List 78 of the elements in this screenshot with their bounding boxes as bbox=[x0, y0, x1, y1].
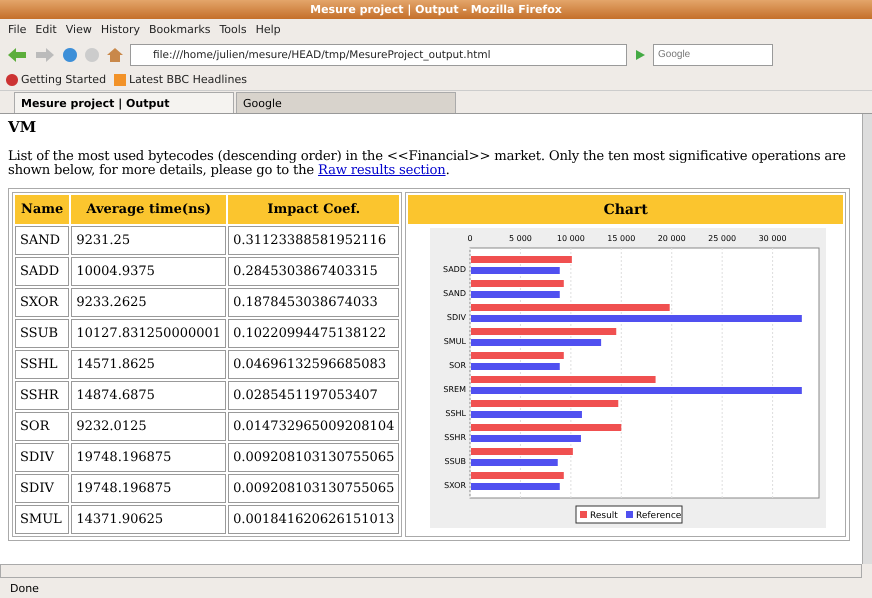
table-cell: 19748.196875 bbox=[71, 443, 226, 472]
axis-tick-label: 30 000 bbox=[758, 234, 786, 243]
table-cell: 9232.0125 bbox=[71, 412, 226, 441]
rss-icon bbox=[114, 74, 126, 86]
menu-item[interactable]: Edit bbox=[35, 23, 57, 36]
table-cell: 0.2845303867403315 bbox=[228, 257, 400, 286]
column-header: Name bbox=[15, 195, 70, 224]
status-text: Done bbox=[9, 580, 40, 596]
table-cell: 0.009208103130755065 bbox=[228, 443, 400, 472]
axis-tick-label: 20 000 bbox=[657, 234, 686, 243]
table-cell: 0.04696132596685083 bbox=[228, 350, 400, 379]
table-cell: SXOR bbox=[15, 288, 70, 317]
browser-tab[interactable]: Google bbox=[236, 92, 456, 113]
table-cell: SSUB bbox=[15, 319, 70, 348]
category-label: SADD bbox=[442, 265, 466, 274]
table-cell: SADD bbox=[15, 257, 70, 286]
go-icon[interactable] bbox=[633, 48, 647, 62]
bookmark-label[interactable]: Getting Started bbox=[21, 73, 106, 86]
column-header: Average time(ns) bbox=[71, 195, 226, 224]
table-cell: 14571.8625 bbox=[71, 350, 226, 379]
page-heading: VM bbox=[8, 118, 38, 136]
search-field[interactable]: Google bbox=[653, 44, 773, 66]
table-cell: 10127.831250000001 bbox=[71, 319, 226, 348]
table-cell: SAND bbox=[15, 226, 70, 255]
forward-icon[interactable] bbox=[34, 46, 56, 64]
table-cell: SSHR bbox=[15, 381, 70, 410]
window-title: Mesure project | Output - Mozilla Firefox bbox=[310, 3, 562, 16]
axis-tick-label: 10 000 bbox=[556, 234, 585, 243]
table-cell: 0.0285451197053407 bbox=[228, 381, 400, 410]
table-cell: SDIV bbox=[15, 474, 70, 503]
category-label: SSUB bbox=[444, 457, 466, 466]
address-field[interactable]: file:///home/julien/mesure/HEAD/tmp/MesureProject_output.html bbox=[130, 44, 627, 66]
table-cell: 0.014732965009208104 bbox=[228, 412, 400, 441]
menu-item[interactable]: Help bbox=[256, 23, 281, 36]
category-label: SXOR bbox=[444, 481, 466, 490]
table-cell: 19748.196875 bbox=[71, 474, 226, 503]
category-label: SOR bbox=[448, 361, 466, 370]
table-cell: 14874.6875 bbox=[71, 381, 226, 410]
axis-tick-label: 0 bbox=[467, 234, 472, 243]
category-label: SSHR bbox=[444, 433, 466, 442]
table-cell: SSHL bbox=[15, 350, 70, 379]
vertical-scrollbar[interactable] bbox=[862, 114, 872, 564]
table-cell: SMUL bbox=[15, 505, 70, 534]
browser-tab[interactable]: Mesure project | Output bbox=[14, 92, 234, 113]
table-cell: 0.1878453038674033 bbox=[228, 288, 400, 317]
menu-item[interactable]: History bbox=[100, 23, 140, 36]
menu-item[interactable]: Bookmarks bbox=[148, 23, 210, 36]
table-cell: 14371.90625 bbox=[71, 505, 226, 534]
table-cell: 9231.25 bbox=[71, 226, 226, 255]
menu-item[interactable]: Tools bbox=[219, 23, 247, 36]
raw-results-link[interactable]: Raw results section bbox=[318, 163, 446, 178]
table-cell: 10004.9375 bbox=[71, 257, 226, 286]
legend-label: Reference bbox=[636, 511, 682, 521]
menu-item[interactable]: File bbox=[8, 23, 26, 36]
bookmark-label[interactable]: Latest BBC Headlines bbox=[129, 73, 247, 86]
category-label: SREM bbox=[443, 385, 466, 394]
chart-title: Chart bbox=[408, 195, 843, 224]
back-icon[interactable] bbox=[6, 46, 28, 64]
axis-tick-label: 25 000 bbox=[708, 234, 736, 243]
table-cell: SOR bbox=[15, 412, 70, 441]
menu-item[interactable]: View bbox=[66, 23, 92, 36]
table-cell: SDIV bbox=[15, 443, 70, 472]
axis-tick-label: 5 000 bbox=[508, 234, 532, 243]
legend-label: Result bbox=[590, 511, 618, 521]
horizontal-scrollbar[interactable] bbox=[0, 564, 862, 578]
category-label: SSHL bbox=[445, 409, 466, 418]
table-cell: 0.001841620626151013 bbox=[228, 505, 400, 534]
category-label: SAND bbox=[442, 289, 466, 298]
axis-tick-label: 15 000 bbox=[607, 234, 635, 243]
table-cell: 9233.2625 bbox=[71, 288, 226, 317]
category-label: SMUL bbox=[443, 337, 466, 346]
home-icon[interactable] bbox=[106, 46, 124, 62]
intro-paragraph: List of the most used bytecodes (descending order) in the <<Financial>> market. Only the ten most significative operations are shown below, for more details, please go to the Raw results section. bbox=[8, 150, 847, 178]
table-cell: 0.10220994475138122 bbox=[228, 319, 400, 348]
category-label: SDIV bbox=[446, 313, 466, 322]
table-cell: 0.009208103130755065 bbox=[228, 474, 400, 503]
column-header: Impact Coef. bbox=[228, 195, 400, 224]
table-cell: 0.31123388581952116 bbox=[228, 226, 400, 255]
